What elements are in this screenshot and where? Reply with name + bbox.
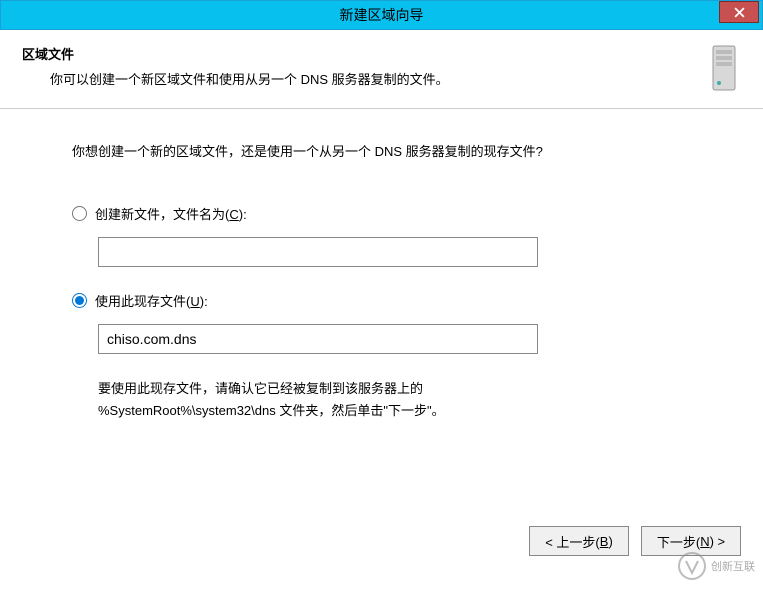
new-file-name-input[interactable] bbox=[98, 237, 538, 267]
option-existing-file[interactable]: 使用此现存文件(U): bbox=[72, 291, 721, 310]
note-line-1: 要使用此现存文件，请确认它已经被复制到该服务器上的 bbox=[98, 378, 598, 400]
header-title: 区域文件 bbox=[22, 44, 699, 63]
wizard-header: 区域文件 你可以创建一个新区域文件和使用从另一个 DNS 服务器复制的文件。 bbox=[0, 30, 763, 109]
watermark-text: 创新互联 bbox=[711, 558, 755, 574]
wizard-content: 你想创建一个新的区域文件，还是使用一个从另一个 DNS 服务器复制的现存文件? … bbox=[0, 109, 763, 422]
wizard-buttons: < 上一步(B) 下一步(N) > bbox=[0, 526, 763, 556]
option-new-file[interactable]: 创建新文件，文件名为(C): bbox=[72, 204, 721, 223]
existing-file-name-input[interactable] bbox=[98, 324, 538, 354]
close-button[interactable] bbox=[719, 1, 759, 23]
window-title: 新建区域向导 bbox=[1, 5, 762, 25]
server-icon bbox=[707, 44, 741, 92]
radio-existing-file[interactable] bbox=[72, 293, 87, 308]
header-text: 区域文件 你可以创建一个新区域文件和使用从另一个 DNS 服务器复制的文件。 bbox=[22, 44, 699, 88]
watermark: 创新互联 bbox=[677, 551, 755, 581]
header-subtitle: 你可以创建一个新区域文件和使用从另一个 DNS 服务器复制的文件。 bbox=[22, 69, 699, 88]
note-text: 要使用此现存文件，请确认它已经被复制到该服务器上的 %SystemRoot%\s… bbox=[98, 378, 598, 422]
radio-new-file[interactable] bbox=[72, 206, 87, 221]
question-text: 你想创建一个新的区域文件，还是使用一个从另一个 DNS 服务器复制的现存文件? bbox=[72, 141, 721, 160]
back-button[interactable]: < 上一步(B) bbox=[529, 526, 629, 556]
close-icon bbox=[734, 7, 745, 18]
watermark-logo-icon bbox=[677, 551, 707, 581]
label-existing-file: 使用此现存文件(U): bbox=[95, 291, 208, 310]
titlebar: 新建区域向导 bbox=[0, 0, 763, 30]
label-new-file: 创建新文件，文件名为(C): bbox=[95, 204, 247, 223]
note-line-2: %SystemRoot%\system32\dns 文件夹，然后单击"下一步"。 bbox=[98, 400, 598, 422]
